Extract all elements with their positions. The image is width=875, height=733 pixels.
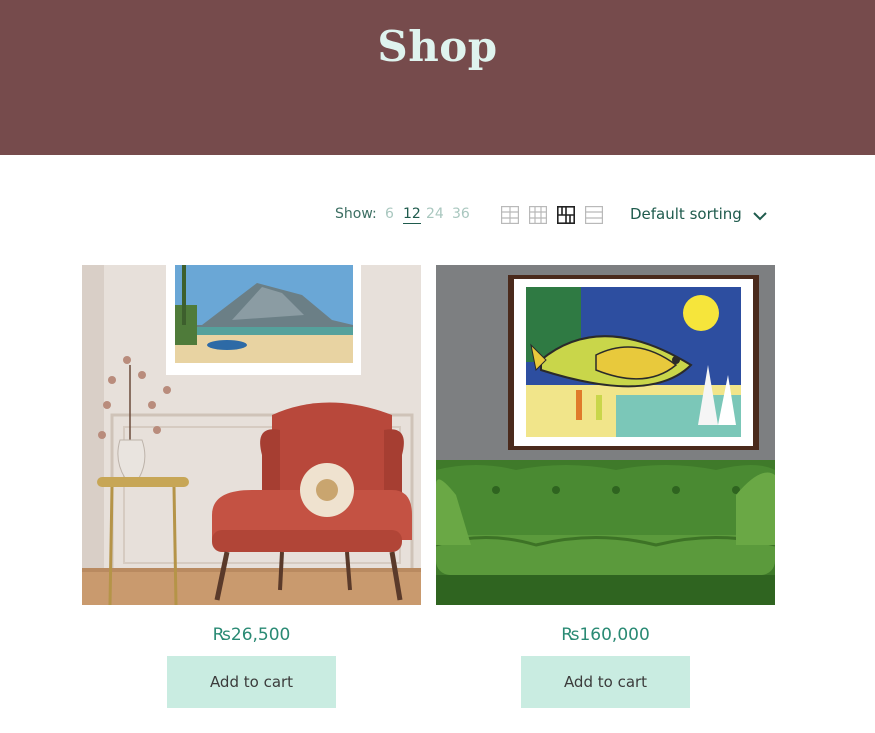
product-image[interactable] bbox=[82, 265, 421, 605]
page-title: Shop bbox=[377, 22, 498, 71]
add-to-cart-button[interactable]: Add to cart bbox=[167, 656, 336, 708]
show-option-12[interactable]: 12 bbox=[403, 206, 421, 224]
grid-4-icon[interactable] bbox=[557, 206, 575, 224]
shop-toolbar: Show: 6 12 24 36 Default sorting bbox=[0, 200, 875, 230]
product-price: ₨160,000 bbox=[561, 625, 650, 645]
chevron-down-icon[interactable] bbox=[752, 208, 768, 222]
product-card: ₨26,500 Add to cart bbox=[82, 265, 421, 708]
page-header: Shop bbox=[0, 0, 875, 155]
sort-select[interactable]: Default sorting bbox=[630, 205, 742, 223]
show-option-36[interactable]: 36 bbox=[452, 206, 470, 222]
product-price: ₨26,500 bbox=[212, 625, 291, 645]
grid-2-icon[interactable] bbox=[501, 206, 519, 224]
product-card: ₨160,000 Add to cart bbox=[436, 265, 775, 708]
grid-3-icon[interactable] bbox=[529, 206, 547, 224]
show-option-6[interactable]: 6 bbox=[385, 206, 394, 222]
add-to-cart-button[interactable]: Add to cart bbox=[521, 656, 690, 708]
show-label: Show: bbox=[335, 206, 377, 222]
show-option-24[interactable]: 24 bbox=[426, 206, 444, 222]
list-view-icon[interactable] bbox=[585, 206, 603, 224]
product-image[interactable] bbox=[436, 265, 775, 605]
